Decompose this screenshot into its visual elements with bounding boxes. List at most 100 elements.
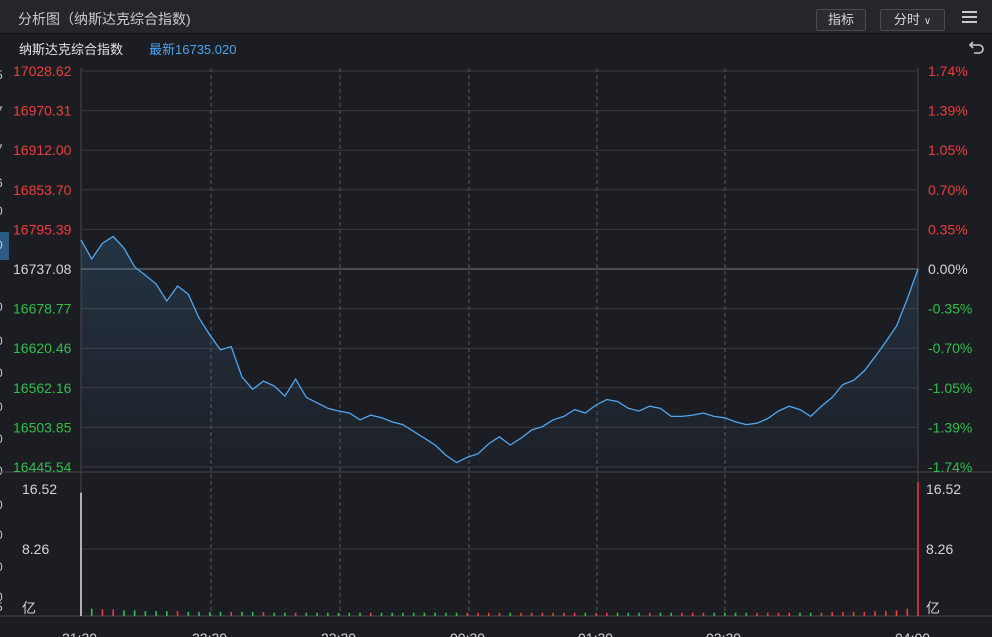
- price-tick-label: 16445.54: [13, 459, 72, 475]
- price-area: [81, 236, 918, 467]
- percent-tick-label: 0.35%: [928, 221, 968, 237]
- volume-bar: [917, 482, 919, 616]
- undo-icon[interactable]: [968, 38, 986, 56]
- price-tick-label: 16737.08: [13, 261, 72, 277]
- percent-tick-label: -0.35%: [928, 301, 972, 317]
- chevron-down-icon: ∨: [923, 16, 932, 27]
- volume-bar: [348, 612, 351, 616]
- title-bar: 分析图（纳斯达克综合指数) 指标 分时 ∨: [0, 0, 992, 34]
- volume-bar: [541, 612, 544, 616]
- volume-bar: [112, 609, 114, 616]
- volume-bar: [670, 612, 672, 616]
- volume-bar: [294, 612, 297, 616]
- volume-bar: [702, 612, 705, 616]
- volume-bar: [380, 612, 383, 616]
- volume-tick-label-right: 8.26: [926, 541, 953, 557]
- latest-price: 最新16735.020: [149, 42, 237, 57]
- time-axis-labels: 21:30 22:30 23:30 00:30 01:30 02:30 04:00: [62, 630, 930, 637]
- volume-bar: [809, 612, 812, 616]
- price-tick-label: 16678.77: [13, 301, 72, 317]
- volume-bar: [176, 611, 179, 616]
- percent-tick-label: 1.74%: [928, 63, 968, 79]
- volume-tick-label: 8.26: [22, 541, 49, 557]
- volume-bar: [455, 612, 458, 616]
- volume-bar: [251, 611, 254, 616]
- window-title: 分析图（纳斯达克综合指数): [18, 11, 191, 27]
- volume-bar: [198, 611, 200, 616]
- percent-tick-label: 0.70%: [928, 182, 968, 198]
- volume-bar: [777, 612, 780, 616]
- volume-bar: [477, 612, 479, 616]
- volume-bar: [434, 612, 436, 616]
- volume-bar: [874, 611, 876, 616]
- volume-bar: [101, 609, 104, 616]
- volume-bar: [445, 612, 447, 616]
- volume-bar: [337, 612, 340, 616]
- volume-tick-label: 亿: [22, 600, 36, 616]
- volume-bar: [241, 611, 243, 616]
- volume-bar: [80, 492, 82, 616]
- volume-bar: [412, 612, 415, 616]
- time-tick-label: 01:30: [578, 630, 613, 637]
- volume-bar: [498, 612, 501, 616]
- time-tick-label: 23:30: [321, 630, 356, 637]
- indicator-button[interactable]: 指标: [816, 9, 866, 31]
- volume-bar: [745, 612, 748, 616]
- volume-bar: [423, 612, 426, 616]
- price-tick-label: 16912.00: [13, 142, 72, 158]
- time-tick-label: 00:30: [450, 630, 485, 637]
- volume-bar: [133, 610, 136, 616]
- percent-tick-label: 1.39%: [928, 103, 968, 119]
- volume-bar: [584, 612, 587, 616]
- volume-tick-label-right: 亿: [926, 600, 940, 616]
- volume-bar: [509, 612, 512, 616]
- percent-tick-label: -1.74%: [928, 459, 972, 475]
- price-area-fill: [81, 236, 918, 467]
- price-tick-label: 16853.70: [13, 182, 72, 198]
- volume-bar: [487, 612, 490, 616]
- volume-bar: [402, 612, 404, 616]
- volume-bar: [799, 612, 801, 616]
- menu-icon[interactable]: [962, 11, 977, 25]
- volume-bar: [595, 612, 597, 616]
- volume-bar: [638, 612, 640, 616]
- volume-bar: [724, 612, 726, 616]
- volume-bar: [573, 612, 576, 616]
- percent-tick-label: 1.05%: [928, 142, 968, 158]
- volume-bar: [369, 612, 372, 616]
- volume-bar: [852, 611, 855, 616]
- price-tick-label: 17028.62: [13, 63, 72, 79]
- price-tick-label: 16562.16: [13, 380, 72, 396]
- volume-bar: [520, 612, 522, 616]
- percent-tick-label: 0.00%: [928, 261, 968, 277]
- volume-bar: [606, 612, 608, 616]
- volume-bar: [316, 612, 318, 616]
- volume-bar: [788, 612, 791, 616]
- volume-bar: [616, 612, 619, 616]
- volume-bar: [305, 612, 308, 616]
- time-tick-label: 21:30: [62, 630, 97, 637]
- volume-bar: [563, 612, 565, 616]
- period-dropdown[interactable]: 分时 ∨: [880, 9, 945, 31]
- volume-bar: [552, 612, 554, 616]
- volume-bar: [820, 612, 823, 616]
- volume-bar: [262, 611, 265, 616]
- volume-bar: [885, 611, 887, 616]
- volume-bar: [359, 612, 361, 616]
- volume-bar: [648, 612, 651, 616]
- volume-bar: [90, 608, 93, 616]
- volume-bar: [187, 611, 190, 616]
- volume-bar: [691, 612, 694, 616]
- volume-bar: [756, 612, 758, 616]
- time-tick-label: 04:00: [895, 630, 930, 637]
- price-tick-label: 16620.46: [13, 340, 72, 356]
- volume-bar: [327, 612, 329, 616]
- volume-bar: [530, 612, 533, 616]
- volume-bar: [906, 608, 909, 616]
- volume-bar: [863, 611, 866, 616]
- volume-bar: [842, 611, 844, 616]
- volume-bar: [831, 611, 833, 616]
- info-bar: 纳斯达克综合指数 最新16735.020: [0, 34, 992, 60]
- volume-bar: [659, 612, 662, 616]
- intraday-chart: 17028.62 1.74% 16970.31 1.39% 16912.00 1.05% 1…: [0, 63, 992, 637]
